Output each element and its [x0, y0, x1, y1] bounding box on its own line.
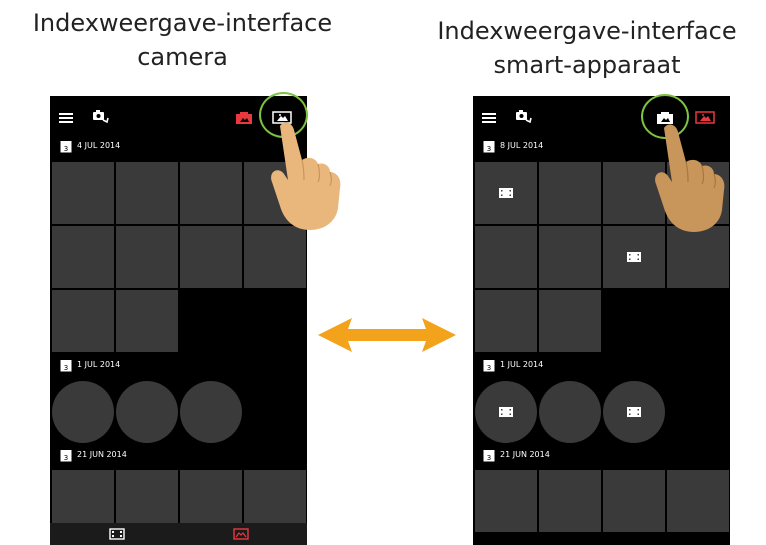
video-icon: [627, 252, 641, 262]
video-thumbnail[interactable]: [475, 162, 537, 224]
calendar-icon: 3: [483, 141, 495, 153]
right-title-line1: Indexweergave-interface: [437, 17, 737, 45]
photo-thumbnail[interactable]: [52, 290, 114, 352]
date-label: 1 JUL 2014: [500, 360, 544, 369]
photo-icon[interactable]: [233, 528, 249, 540]
photo-thumbnail[interactable]: [603, 470, 665, 532]
photo-thumbnail[interactable]: [52, 226, 114, 288]
photo-thumbnail[interactable]: [52, 381, 114, 443]
date-label: 21 JUN 2014: [500, 450, 550, 459]
bottom-bar: [50, 523, 307, 545]
camera-switch-icon[interactable]: [92, 109, 110, 124]
camera-switch-icon[interactable]: [515, 109, 533, 124]
photo-thumbnail[interactable]: [475, 470, 537, 532]
calendar-icon: 3: [60, 360, 72, 372]
left-title-line1: Indexweergave-interface: [32, 9, 333, 37]
photo-thumbnail[interactable]: [539, 470, 601, 532]
photo-thumbnail[interactable]: [244, 226, 306, 288]
video-icon: [499, 188, 513, 198]
video-icon[interactable]: [109, 528, 125, 540]
video-icon: [499, 407, 513, 417]
right-title-line2: smart-apparaat: [493, 51, 681, 79]
photo-thumbnail[interactable]: [180, 162, 242, 224]
photo-thumbnail[interactable]: [52, 162, 114, 224]
calendar-icon: 3: [483, 360, 495, 372]
svg-text:3: 3: [487, 364, 491, 372]
date-label: 4 JUL 2014: [77, 141, 121, 150]
svg-text:3: 3: [64, 145, 68, 153]
photo-thumbnail[interactable]: [116, 381, 178, 443]
photo-thumbnail[interactable]: [475, 290, 537, 352]
video-thumbnail[interactable]: [603, 226, 665, 288]
svg-text:3: 3: [64, 454, 68, 462]
photo-thumbnail[interactable]: [116, 162, 178, 224]
menu-icon[interactable]: [59, 113, 73, 123]
right-title: Indexweergave-interface smart-apparaat: [412, 14, 762, 82]
svg-text:3: 3: [64, 364, 68, 372]
camera-gallery-icon[interactable]: [235, 111, 253, 125]
calendar-icon: 3: [483, 450, 495, 462]
date-label: 21 JUN 2014: [77, 450, 127, 459]
photo-thumbnail[interactable]: [539, 162, 601, 224]
menu-icon[interactable]: [482, 113, 496, 123]
double-arrow-icon: [318, 318, 456, 352]
date-label: 1 JUL 2014: [77, 360, 121, 369]
photo-thumbnail[interactable]: [180, 381, 242, 443]
pointing-hand-icon: [271, 122, 341, 230]
video-thumbnail[interactable]: [475, 381, 537, 443]
pointing-hand-icon: [655, 124, 725, 232]
photo-thumbnail[interactable]: [180, 226, 242, 288]
photo-thumbnail[interactable]: [667, 470, 729, 532]
left-title: Indexweergave-interface camera: [10, 6, 355, 74]
photo-thumbnail[interactable]: [539, 290, 601, 352]
date-label: 8 JUL 2014: [500, 141, 544, 150]
photo-thumbnail[interactable]: [475, 226, 537, 288]
photo-thumbnail[interactable]: [667, 226, 729, 288]
photo-thumbnail[interactable]: [539, 226, 601, 288]
video-icon: [627, 407, 641, 417]
svg-text:3: 3: [487, 454, 491, 462]
photo-thumbnail[interactable]: [116, 226, 178, 288]
calendar-icon: 3: [60, 141, 72, 153]
photo-thumbnail[interactable]: [539, 381, 601, 443]
left-title-line2: camera: [137, 43, 228, 71]
calendar-icon: 3: [60, 450, 72, 462]
svg-text:3: 3: [487, 145, 491, 153]
photo-thumbnail[interactable]: [116, 290, 178, 352]
video-thumbnail[interactable]: [603, 381, 665, 443]
